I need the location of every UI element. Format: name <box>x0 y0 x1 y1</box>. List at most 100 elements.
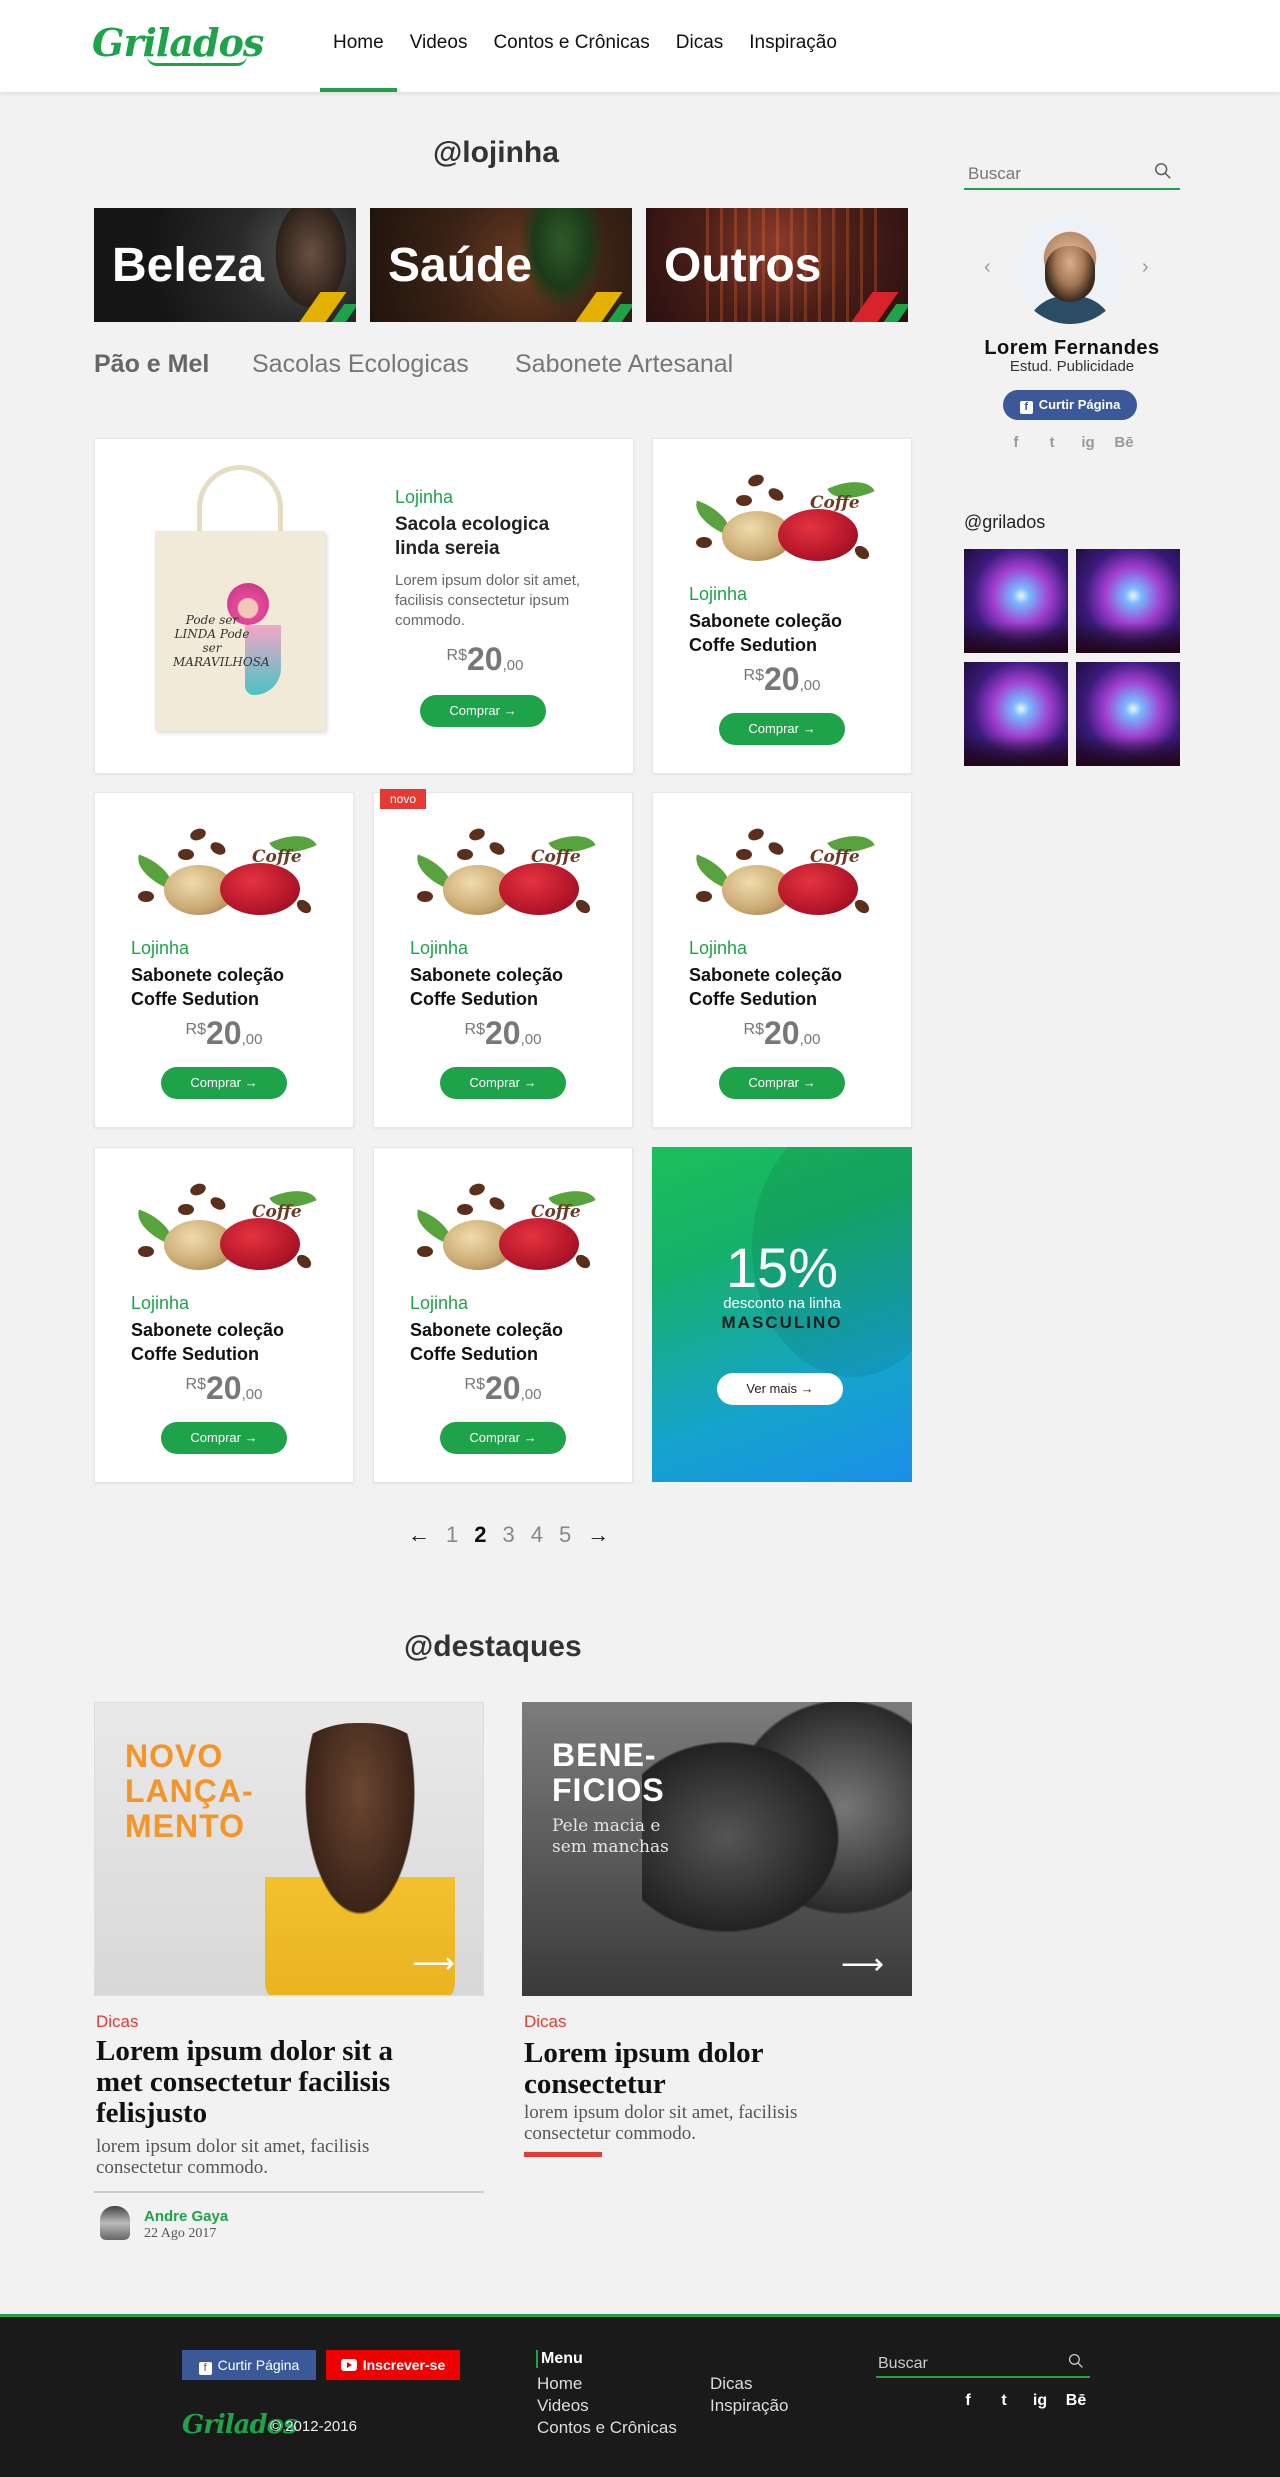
profile-avatar[interactable] <box>1015 214 1125 324</box>
instagram-photo[interactable] <box>1076 662 1180 766</box>
coffee-soap-image: Coffe <box>682 815 882 925</box>
instagram-photo[interactable] <box>964 549 1068 653</box>
category-beleza[interactable]: Beleza <box>94 208 356 322</box>
highlight-overlay-title: NOVO LANÇA- MENTO <box>125 1738 254 1844</box>
product-price: R$20,00 <box>464 1370 542 1406</box>
highlight-image-2[interactable]: BENE- FICIOS Pele macia e sem manchas ⟶ <box>522 1702 912 1996</box>
footer-link-videos[interactable]: Videos <box>537 2396 589 2416</box>
page-link-current[interactable]: 2 <box>474 1522 486 1548</box>
nav-dicas[interactable]: Dicas <box>663 0 737 92</box>
product-name: Sabonete coleção Coffe Sedution <box>131 965 285 1009</box>
tab-sacolas-ecologicas[interactable]: Sacolas Ecologicas <box>252 350 469 379</box>
behance-icon[interactable]: Bē <box>1058 2392 1094 2410</box>
destaques-title: @destaques <box>404 1630 582 1663</box>
highlight-description: lorem ipsum dolor sit amet, facilisis co… <box>96 2136 370 2178</box>
product-category: Lojinha <box>689 938 748 958</box>
product-price: R$20,00 <box>464 1015 542 1051</box>
product-card: Coffe Lojinha Sabonete coleção Coffe Sedut… <box>373 1147 633 1483</box>
product-name: Sabonete coleção Coffe Sedution <box>689 965 843 1009</box>
search-icon[interactable] <box>1068 2353 1084 2369</box>
product-category: Lojinha <box>131 938 190 958</box>
page-link[interactable]: 1 <box>446 1522 458 1548</box>
page-link[interactable]: 4 <box>531 1522 543 1548</box>
sidebar-search[interactable]: Buscar <box>964 158 1180 190</box>
buy-button[interactable]: Comprar → <box>161 1067 287 1099</box>
page-link[interactable]: 3 <box>503 1522 515 1548</box>
instagram-photo[interactable] <box>964 662 1068 766</box>
product-card: Coffe Lojinha Sabonete coleção Coffe Sedut… <box>652 792 912 1128</box>
nav-inspiracao[interactable]: Inspiração <box>736 0 850 92</box>
page-link[interactable]: 5 <box>559 1522 571 1548</box>
buy-button[interactable]: Comprar → <box>161 1422 287 1454</box>
post-date: 22 Ago 2017 <box>144 2226 217 2241</box>
promo-banner[interactable]: 15% desconto na linha MASCULINO Ver mais… <box>652 1147 912 1482</box>
footer-search-input[interactable]: Buscar <box>878 2355 928 2373</box>
instagram-photo[interactable] <box>1076 549 1180 653</box>
highlight-tag[interactable]: Dicas <box>524 2012 567 2032</box>
coffee-soap-image: Coffe <box>403 1170 603 1280</box>
tab-sabonete-artesanal[interactable]: Sabonete Artesanal <box>515 350 733 379</box>
chevron-left-icon[interactable]: ‹ <box>984 256 991 279</box>
footer-link-contos[interactable]: Contos e Crônicas <box>537 2418 677 2438</box>
product-category: Lojinha <box>410 1293 469 1313</box>
category-label: Beleza <box>112 239 265 292</box>
like-page-button[interactable]: f Curtir Página <box>1003 390 1137 420</box>
product-card-featured: Pode ser LINDA Pode ser MARAVILHOSA Loji… <box>94 438 634 774</box>
lojinha-title: @lojinha <box>433 136 559 169</box>
prev-page-arrow-icon[interactable]: ← <box>408 1522 430 1548</box>
nav-videos[interactable]: Videos <box>397 0 481 92</box>
tab-pao-e-mel[interactable]: Pão e Mel <box>94 350 209 379</box>
new-badge: novo <box>380 789 427 809</box>
product-price: R$20,00 <box>743 1015 821 1051</box>
facebook-icon: f <box>1019 401 1033 414</box>
product-category: Lojinha <box>131 1293 190 1313</box>
footer-link-dicas[interactable]: Dicas <box>710 2374 753 2394</box>
footer-like-button[interactable]: f Curtir Página <box>182 2350 316 2380</box>
highlight-title[interactable]: Lorem ipsum dolor sit a met consectetur … <box>96 2036 436 2129</box>
highlight-image-1[interactable]: NOVO LANÇA- MENTO ⟶ <box>94 1702 484 1996</box>
highlight-accent-bar <box>524 2152 602 2157</box>
coffee-soap-image: Coffe <box>403 815 603 925</box>
site-logo[interactable]: Grilados <box>92 20 264 66</box>
nav-home[interactable]: Home <box>320 0 397 92</box>
promo-percent: 15% <box>725 1236 839 1299</box>
chevron-right-icon[interactable]: › <box>1142 256 1149 279</box>
category-label: Outros <box>664 239 822 292</box>
buy-button[interactable]: Comprar → <box>440 1422 566 1454</box>
buy-button[interactable]: Comprar → <box>719 1067 845 1099</box>
buy-button[interactable]: Comprar → <box>719 713 845 745</box>
arrow-right-icon[interactable]: ⟶ <box>841 1947 884 1982</box>
buy-button[interactable]: Comprar → <box>420 695 546 727</box>
author-name[interactable]: Andre Gaya <box>144 2208 228 2225</box>
product-name: Sabonete coleção Coffe Sedution <box>131 1320 285 1364</box>
search-icon[interactable] <box>1154 162 1172 180</box>
category-outros[interactable]: Outros <box>646 208 908 322</box>
footer-link-inspiracao[interactable]: Inspiração <box>710 2396 788 2416</box>
coffee-soap-image: Coffe <box>124 815 324 925</box>
buy-button[interactable]: Comprar → <box>440 1067 566 1099</box>
footer-link-home[interactable]: Home <box>537 2374 582 2394</box>
footer-search[interactable]: Buscar <box>876 2350 1090 2378</box>
arrow-right-icon[interactable]: ⟶ <box>412 1946 455 1981</box>
highlight-title[interactable]: Lorem ipsum dolor consectetur <box>524 2038 824 2100</box>
search-input[interactable]: Buscar <box>968 164 1021 184</box>
see-more-button[interactable]: Ver mais → <box>717 1373 843 1405</box>
facebook-icon[interactable]: f <box>950 2392 986 2410</box>
category-saude[interactable]: Saúde <box>370 208 632 322</box>
highlight-tag[interactable]: Dicas <box>96 2012 139 2032</box>
sidebar-social: f t ig Bē <box>998 434 1142 451</box>
behance-icon[interactable]: Bē <box>1106 434 1142 451</box>
instagram-icon[interactable]: ig <box>1022 2392 1058 2410</box>
product-price: R$20,00 <box>185 1370 263 1406</box>
divider <box>94 2191 484 2193</box>
copyright: © 2012-2016 <box>270 2418 357 2435</box>
tote-bag-image: Pode ser LINDA Pode ser MARAVILHOSA <box>145 465 335 735</box>
facebook-icon[interactable]: f <box>998 434 1034 451</box>
twitter-icon[interactable]: t <box>986 2392 1022 2410</box>
footer-subscribe-button[interactable]: Inscrever-se <box>326 2350 460 2380</box>
next-page-arrow-icon[interactable]: → <box>587 1522 609 1548</box>
twitter-icon[interactable]: t <box>1034 434 1070 451</box>
nav-contos[interactable]: Contos e Crônicas <box>480 0 662 92</box>
author-avatar[interactable] <box>100 2206 130 2240</box>
instagram-icon[interactable]: ig <box>1070 434 1106 451</box>
